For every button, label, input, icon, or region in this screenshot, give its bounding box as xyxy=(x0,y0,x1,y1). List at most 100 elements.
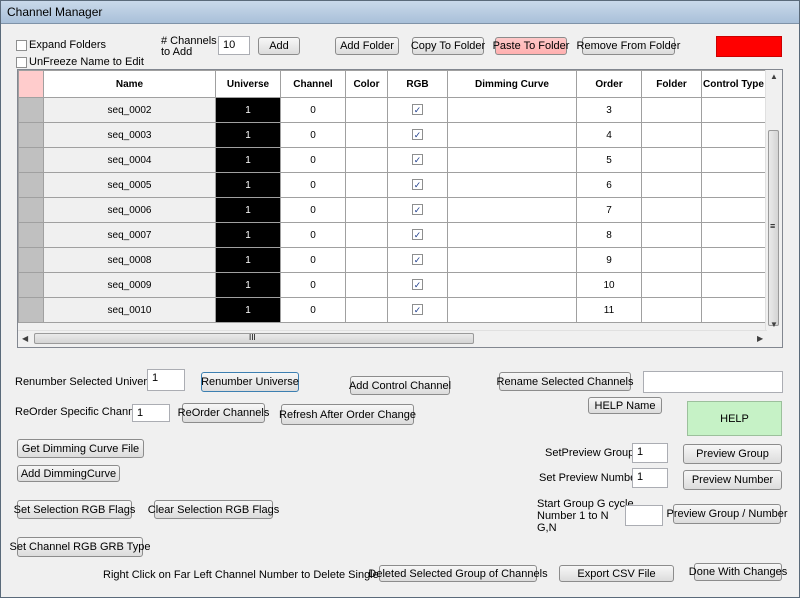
rgb-checkbox[interactable]: ✓ xyxy=(412,154,423,165)
dimming-curve-cell[interactable] xyxy=(447,272,577,298)
color-cell[interactable] xyxy=(345,222,388,248)
grid-vertical-scrollbar[interactable]: ▲ ≡ ▼ xyxy=(765,70,782,332)
rgb-cell[interactable]: ✓ xyxy=(387,197,448,223)
control-type-cell[interactable] xyxy=(701,172,766,198)
scroll-down-arrow-icon[interactable]: ▼ xyxy=(770,320,778,329)
dimming-curve-cell[interactable] xyxy=(447,222,577,248)
folder-cell[interactable] xyxy=(641,147,702,173)
rgb-checkbox[interactable]: ✓ xyxy=(412,254,423,265)
universe-cell[interactable]: 1 xyxy=(215,247,281,273)
channels-to-add-input[interactable]: 10 xyxy=(218,36,250,55)
preview-group-button[interactable]: Preview Group xyxy=(683,444,782,464)
control-type-cell[interactable] xyxy=(701,97,766,123)
order-cell[interactable]: 11 xyxy=(576,297,642,323)
rgb-checkbox[interactable]: ✓ xyxy=(412,179,423,190)
scroll-left-arrow-icon[interactable]: ◀ xyxy=(22,334,28,343)
add-control-channel-button[interactable]: Add Control Channel xyxy=(349,376,451,395)
order-cell[interactable]: 5 xyxy=(576,147,642,173)
rgb-cell[interactable]: ✓ xyxy=(387,97,448,123)
rgb-checkbox[interactable]: ✓ xyxy=(412,229,423,240)
rename-selected-channels-button[interactable]: Rename Selected Channels xyxy=(497,372,634,391)
folder-cell[interactable] xyxy=(641,97,702,123)
refresh-after-order-button[interactable]: Refresh After Order Change xyxy=(279,404,416,425)
row-header-cell[interactable] xyxy=(18,297,44,323)
table-row[interactable]: seq_0003 1 0 ✓ 4 xyxy=(18,122,766,148)
add-button[interactable]: Add xyxy=(258,37,300,55)
rename-channels-input[interactable] xyxy=(643,371,783,393)
universe-cell[interactable]: 1 xyxy=(215,147,281,173)
control-type-cell[interactable] xyxy=(701,272,766,298)
order-cell[interactable]: 3 xyxy=(576,97,642,123)
col-header-name[interactable]: Name xyxy=(43,70,216,98)
folder-cell[interactable] xyxy=(641,222,702,248)
row-header-cell[interactable] xyxy=(18,272,44,298)
dimming-curve-cell[interactable] xyxy=(447,147,577,173)
table-row[interactable]: seq_0002 1 0 ✓ 3 xyxy=(18,97,766,123)
dimming-curve-cell[interactable] xyxy=(447,122,577,148)
channel-cell[interactable]: 0 xyxy=(280,247,346,273)
channel-name-cell[interactable]: seq_0008 xyxy=(43,247,216,273)
channel-cell[interactable]: 0 xyxy=(280,172,346,198)
control-type-cell[interactable] xyxy=(701,122,766,148)
rgb-checkbox[interactable]: ✓ xyxy=(412,204,423,215)
channel-cell[interactable]: 0 xyxy=(280,222,346,248)
folder-cell[interactable] xyxy=(641,122,702,148)
col-header-dimming-curve[interactable]: Dimming Curve xyxy=(447,70,577,98)
col-header-control-type[interactable]: Control Type xyxy=(701,70,766,98)
channel-cell[interactable]: 0 xyxy=(280,97,346,123)
renumber-universe-input[interactable]: 1 xyxy=(147,369,185,391)
channel-cell[interactable]: 0 xyxy=(280,147,346,173)
folder-cell[interactable] xyxy=(641,297,702,323)
rgb-cell[interactable]: ✓ xyxy=(387,122,448,148)
channel-name-cell[interactable]: seq_0003 xyxy=(43,122,216,148)
folder-cell[interactable] xyxy=(641,172,702,198)
set-selection-rgb-flags-button[interactable]: Set Selection RGB Flags xyxy=(14,500,135,519)
order-cell[interactable]: 7 xyxy=(576,197,642,223)
table-row[interactable]: seq_0006 1 0 ✓ 7 xyxy=(18,197,766,223)
rgb-cell[interactable]: ✓ xyxy=(387,222,448,248)
universe-cell[interactable]: 1 xyxy=(215,172,281,198)
start-group-cycle-input[interactable] xyxy=(625,505,663,526)
done-with-changes-button[interactable]: Done With Changes xyxy=(689,563,787,581)
control-type-cell[interactable] xyxy=(701,197,766,223)
vertical-scroll-thumb[interactable]: ≡ xyxy=(768,130,779,326)
universe-cell[interactable]: 1 xyxy=(215,97,281,123)
color-cell[interactable] xyxy=(345,147,388,173)
row-header-cell[interactable] xyxy=(18,172,44,198)
channel-cell[interactable]: 0 xyxy=(280,297,346,323)
universe-cell[interactable]: 1 xyxy=(215,272,281,298)
col-header-rgb[interactable]: RGB xyxy=(387,70,448,98)
folder-cell[interactable] xyxy=(641,247,702,273)
rgb-cell[interactable]: ✓ xyxy=(387,147,448,173)
control-type-cell[interactable] xyxy=(701,222,766,248)
paste-to-folder-button[interactable]: Paste To Folder xyxy=(493,37,569,55)
order-cell[interactable]: 10 xyxy=(576,272,642,298)
order-cell[interactable]: 8 xyxy=(576,222,642,248)
color-cell[interactable] xyxy=(345,172,388,198)
grid-horizontal-scrollbar[interactable]: ◀ III ▶ xyxy=(18,330,767,347)
table-row[interactable]: seq_0007 1 0 ✓ 8 xyxy=(18,222,766,248)
dimming-curve-cell[interactable] xyxy=(447,197,577,223)
col-header-universe[interactable]: Universe xyxy=(215,70,281,98)
row-header-cell[interactable] xyxy=(18,197,44,223)
rgb-checkbox[interactable]: ✓ xyxy=(412,104,423,115)
universe-cell[interactable]: 1 xyxy=(215,122,281,148)
channel-name-cell[interactable]: seq_0010 xyxy=(43,297,216,323)
export-csv-button[interactable]: Export CSV File xyxy=(559,565,674,582)
set-preview-group-input[interactable]: 1 xyxy=(632,443,668,463)
row-header-cell[interactable] xyxy=(18,222,44,248)
renumber-universe-button[interactable]: Renumber Universe xyxy=(201,372,299,392)
channel-name-cell[interactable]: seq_0007 xyxy=(43,222,216,248)
channel-name-cell[interactable]: seq_0005 xyxy=(43,172,216,198)
color-cell[interactable] xyxy=(345,297,388,323)
dimming-curve-cell[interactable] xyxy=(447,172,577,198)
preview-number-button[interactable]: Preview Number xyxy=(683,470,782,490)
channel-cell[interactable]: 0 xyxy=(280,122,346,148)
dimming-curve-cell[interactable] xyxy=(447,97,577,123)
col-header-channel[interactable]: Channel xyxy=(280,70,346,98)
add-dimming-curve-button[interactable]: Add DimmingCurve xyxy=(17,465,120,482)
order-cell[interactable]: 6 xyxy=(576,172,642,198)
table-row[interactable]: seq_0010 1 0 ✓ 11 xyxy=(18,297,766,323)
table-row[interactable]: seq_0005 1 0 ✓ 6 xyxy=(18,172,766,198)
universe-cell[interactable]: 1 xyxy=(215,197,281,223)
